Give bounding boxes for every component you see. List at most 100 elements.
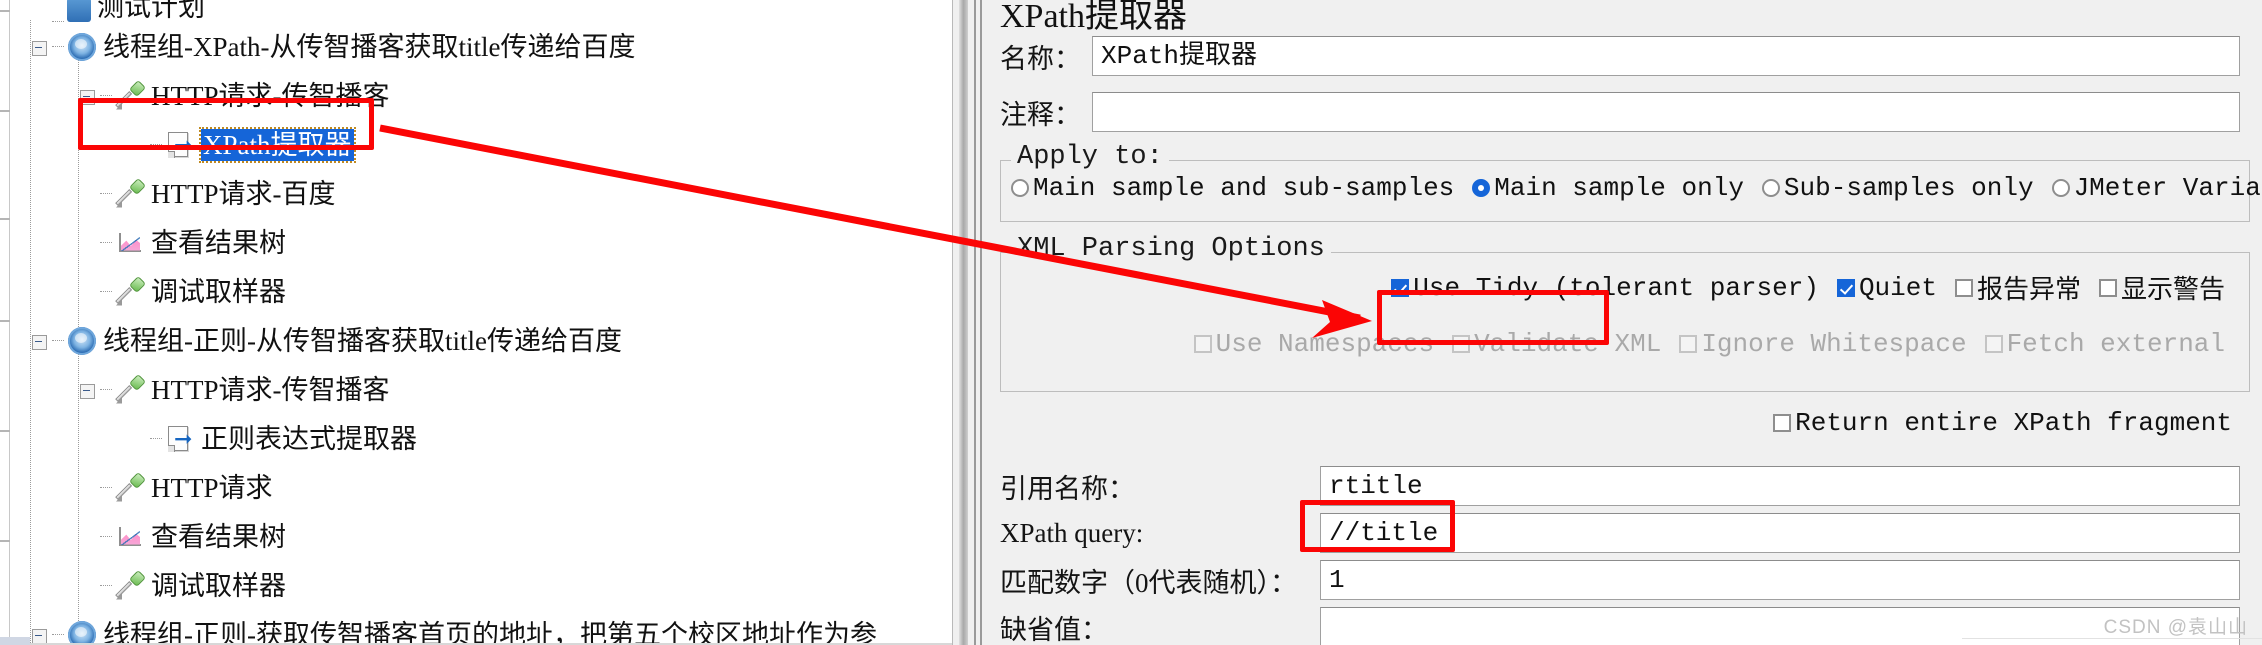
option-label: 报告异常 <box>1976 276 2081 306</box>
tree-node-label[interactable]: 调试取样器 <box>151 277 286 307</box>
tree-rows: 测试计划线程组-XPath-从传智播客获取title传递给百度 HTTP请求-传智… <box>10 0 952 645</box>
panel-splitter[interactable] <box>952 0 980 645</box>
comment-label: 注释： <box>1000 99 1081 130</box>
tree-collapse-toggle-icon[interactable] <box>30 625 50 645</box>
checkbox-icon <box>1452 335 1471 353</box>
tree-connector <box>52 46 64 47</box>
reference-name-row: 引用名称： rtitle <box>1000 466 2240 506</box>
tree-node-label[interactable]: 线程组-正则-从传智播客获取title传递给百度 <box>103 326 622 356</box>
comment-input[interactable] <box>1092 92 2240 132</box>
match-number-label: 匹配数字（0代表随机）： <box>1000 567 1297 598</box>
checkbox-option[interactable]: Return entire XPath fragment <box>1773 408 2232 438</box>
radio-icon[interactable] <box>1011 179 1029 197</box>
tree-node-label[interactable]: 线程组-正则-获取传智播客首页的地址，把第五个校区地址作为参 <box>103 620 877 645</box>
post-processor-page-icon: ➞ <box>165 424 195 454</box>
radio-option[interactable]: JMeter Variable <box>2051 173 2262 203</box>
radio-option[interactable]: Main sample and sub-samples <box>1011 173 1454 203</box>
tree-node-label[interactable]: 测试计划 <box>97 0 205 22</box>
tree-row[interactable]: 查看结果树 <box>10 218 952 267</box>
option-label: JMeter Variable <box>2073 173 2262 203</box>
http-sampler-pipette-icon <box>115 471 146 503</box>
tree-row[interactable]: 测试计划 <box>10 0 952 22</box>
apply-to-legend: Apply to: <box>1011 142 1169 172</box>
tree-node-label[interactable]: 查看结果树 <box>151 228 286 258</box>
radio-icon[interactable] <box>1472 179 1491 197</box>
tree-row[interactable]: 线程组-正则-从传智播客获取title传递给百度 <box>10 316 952 365</box>
xml-parsing-row-2[interactable]: Use Namespaces Validate XML Ignore Whitesp… <box>1193 329 2243 359</box>
xml-parsing-row-1[interactable]: Use Tidy (tolerant parser) Quiet 报告异常 显示警告 <box>1391 269 2243 306</box>
test-plan-tree-panel[interactable]: 测试计划线程组-XPath-从传智播客获取title传递给百度 HTTP请求-传智… <box>0 0 952 645</box>
checkbox-option[interactable]: Quiet <box>1836 273 1937 303</box>
tree-collapse-toggle-icon[interactable] <box>78 86 98 106</box>
reference-name-input[interactable]: rtitle <box>1320 466 2240 506</box>
xml-parsing-legend: XML Parsing Options <box>1011 234 1331 264</box>
clipboard-icon <box>67 0 91 22</box>
tree-toggle-spacer <box>30 2 50 22</box>
tree-row[interactable]: HTTP请求-传智播客 <box>10 71 952 120</box>
tree-toggle-spacer <box>78 282 98 302</box>
tree-row[interactable]: HTTP请求 <box>10 463 952 512</box>
checkbox-option[interactable]: 报告异常 <box>1954 269 2081 306</box>
checkbox-icon <box>1679 335 1698 353</box>
default-value-input[interactable] <box>1320 607 2240 645</box>
watermark: CSDN @袁山山 <box>2103 617 2248 638</box>
radio-icon[interactable] <box>2051 179 2070 197</box>
tree-horizontal-scrollbar[interactable] <box>0 637 30 645</box>
comment-row: 注释： <box>1000 92 2240 132</box>
jmeter-window: 测试计划线程组-XPath-从传智播客获取title传递给百度 HTTP请求-传智… <box>0 0 2262 645</box>
xpath-query-row: XPath query: //title <box>1000 513 2240 553</box>
tree-node-label-selected[interactable]: XPath提取器 <box>199 126 356 163</box>
return-entire-fragment-row[interactable]: Return entire XPath fragment <box>1773 408 2250 438</box>
http-sampler-pipette-icon <box>115 569 146 601</box>
tree-row[interactable]: 调试取样器 <box>10 267 952 316</box>
checkbox-icon[interactable] <box>1836 278 1855 297</box>
match-number-input[interactable]: 1 <box>1320 560 2240 600</box>
radio-icon[interactable] <box>1761 179 1780 197</box>
tree-node-label[interactable]: HTTP请求-传智播客 <box>151 81 390 111</box>
radio-option[interactable]: Main sample only <box>1472 173 1744 203</box>
view-results-tree-icon <box>115 522 145 552</box>
tree-connector <box>100 389 112 390</box>
tree-node-label[interactable]: HTTP请求 <box>151 473 273 503</box>
checkbox-option[interactable]: Use Tidy (tolerant parser) <box>1391 273 1819 303</box>
option-label: Main sample and sub-samples <box>1033 173 1455 203</box>
xpath-extractor-editor: XPath提取器 名称： XPath提取器 注释： Apply to: Main… <box>980 0 2262 645</box>
tree-node-label[interactable]: 线程组-XPath-从传智播客获取title传递给百度 <box>103 32 635 62</box>
option-label: Fetch external <box>2006 329 2225 359</box>
tree-row[interactable]: HTTP请求-传智播客 <box>10 365 952 414</box>
default-value-label: 缺省值： <box>1000 614 1108 645</box>
tree-row[interactable]: 线程组-XPath-从传智播客获取title传递给百度 <box>10 22 952 71</box>
xml-parsing-options-group: XML Parsing Options Use Tidy (tolerant p… <box>1000 234 2250 392</box>
tree-collapse-toggle-icon[interactable] <box>30 331 50 351</box>
splitter-bar[interactable] <box>959 0 968 645</box>
checkbox-option: Validate XML <box>1452 329 1661 359</box>
name-input[interactable]: XPath提取器 <box>1092 36 2240 76</box>
xpath-query-input[interactable]: //title <box>1320 513 2240 553</box>
checkbox-option[interactable]: 显示警告 <box>2098 269 2225 306</box>
tree-node-label[interactable]: HTTP请求-传智播客 <box>151 375 390 405</box>
tree-node-label[interactable]: 查看结果树 <box>151 522 286 552</box>
tree-row[interactable]: HTTP请求-百度 <box>10 169 952 218</box>
checkbox-icon <box>1984 335 2003 353</box>
apply-to-group: Apply to: Main sample and sub-samples Mai… <box>1000 142 2262 222</box>
apply-to-options[interactable]: Main sample and sub-samples Main sample o… <box>1011 173 2262 203</box>
option-label: Sub-samples only <box>1783 173 2034 203</box>
tree-collapse-toggle-icon[interactable] <box>78 380 98 400</box>
radio-option[interactable]: Sub-samples only <box>1761 173 2034 203</box>
tree-row[interactable]: ➞ 正则表达式提取器 <box>10 414 952 463</box>
tree-node-label[interactable]: 调试取样器 <box>151 571 286 601</box>
tree-collapse-toggle-icon[interactable] <box>30 37 50 57</box>
checkbox-icon[interactable] <box>2098 278 2117 297</box>
reference-name-label: 引用名称： <box>1000 473 1135 504</box>
checkbox-icon[interactable] <box>1773 414 1792 432</box>
tree-row[interactable]: 线程组-正则-获取传智播客首页的地址，把第五个校区地址作为参 <box>10 610 952 645</box>
http-sampler-pipette-icon <box>115 373 146 405</box>
thread-group-gear-icon <box>65 323 99 358</box>
tree-row[interactable]: 调试取样器 <box>10 561 952 610</box>
checkbox-icon[interactable] <box>1391 278 1410 297</box>
checkbox-icon[interactable] <box>1954 278 1973 297</box>
tree-row[interactable]: 查看结果树 <box>10 512 952 561</box>
tree-node-label[interactable]: 正则表达式提取器 <box>201 424 417 454</box>
tree-node-label[interactable]: HTTP请求-百度 <box>151 179 336 209</box>
tree-row[interactable]: ➞ XPath提取器 <box>10 120 952 169</box>
